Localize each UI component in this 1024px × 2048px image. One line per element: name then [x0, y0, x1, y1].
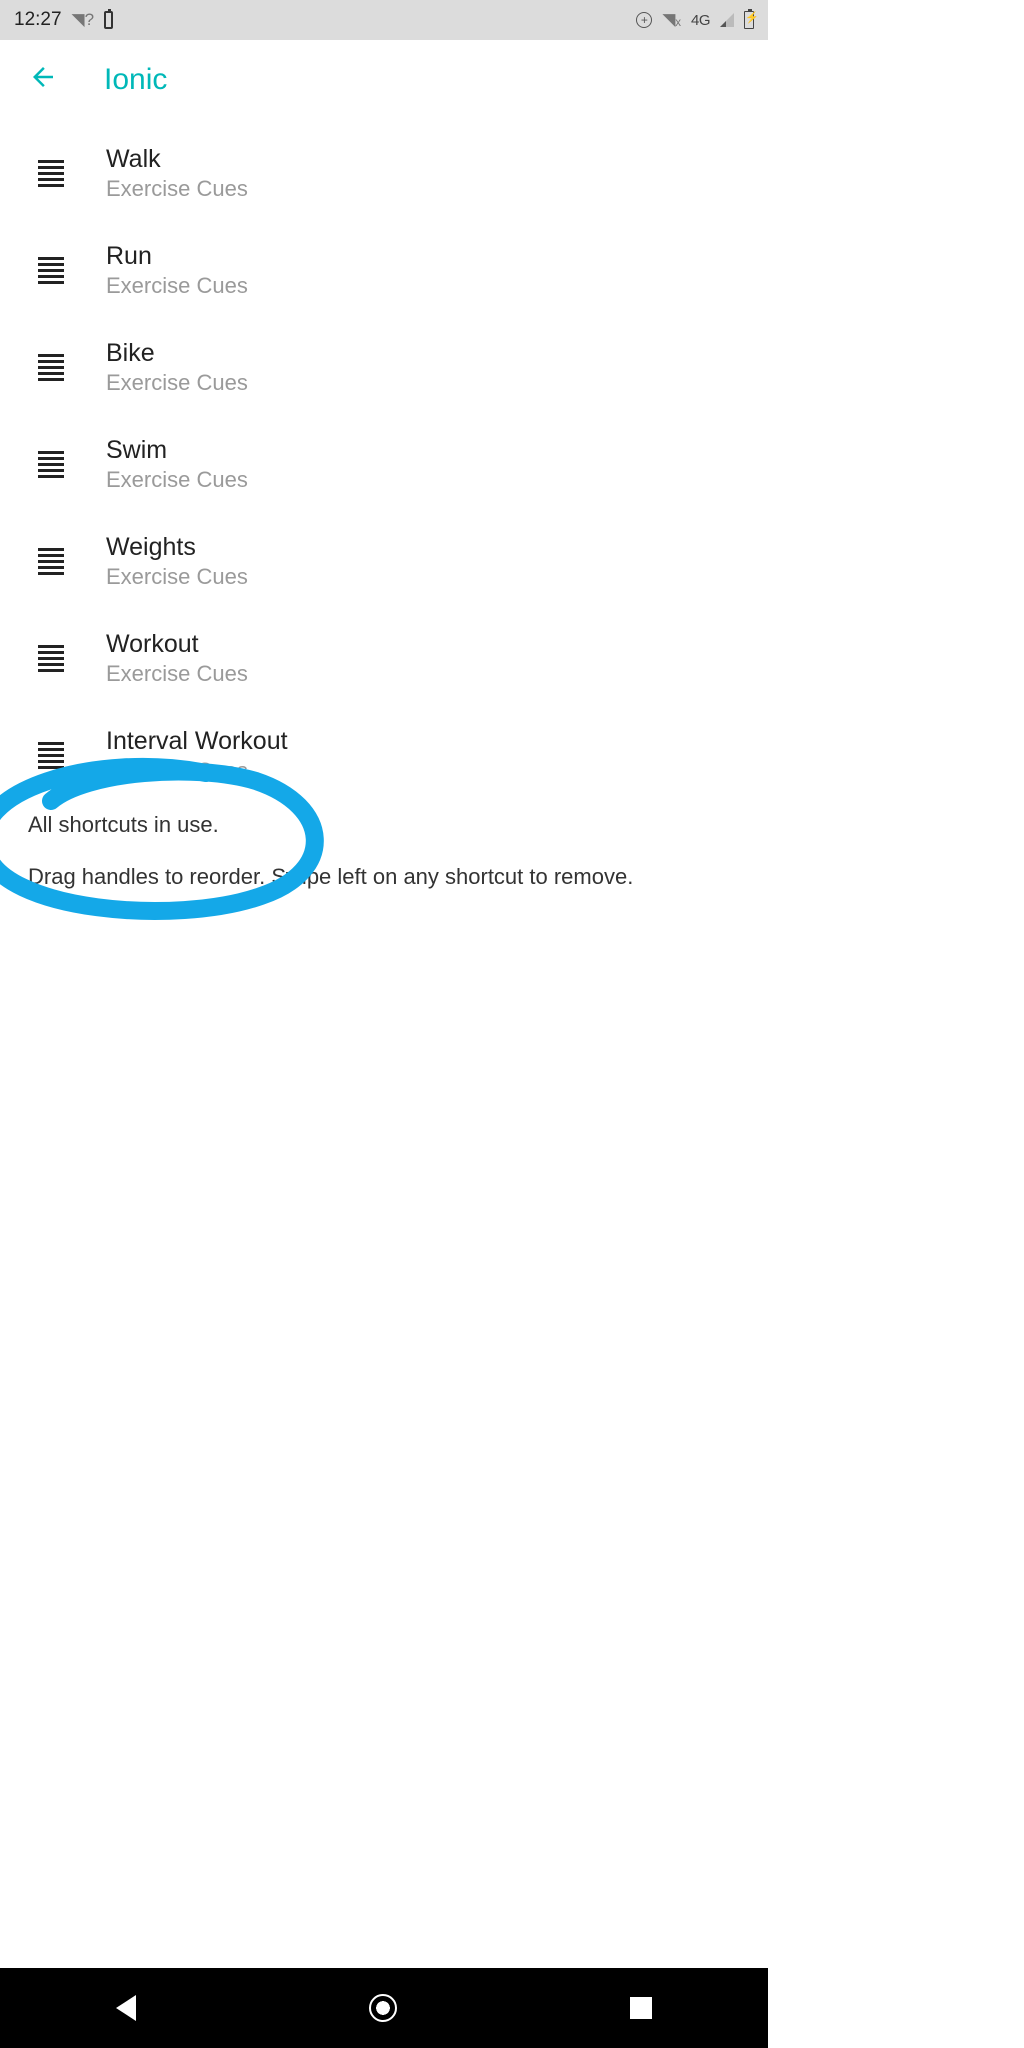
drag-handle-icon[interactable] [38, 354, 64, 381]
data-saver-icon: + [636, 12, 652, 28]
exercise-subtitle: Exercise Cues [106, 176, 248, 202]
network-type-label: 4G [691, 12, 710, 29]
wifi-unknown-icon: ◥? [72, 10, 95, 30]
page-title: Ionic [104, 63, 167, 97]
exercise-name: Run [106, 242, 248, 271]
exercise-name: Walk [106, 145, 248, 174]
exercise-subtitle: Exercise Cues [106, 758, 288, 784]
exercise-list: Walk Exercise Cues Run Exercise Cues Bik… [0, 125, 768, 804]
list-item[interactable]: Swim Exercise Cues [0, 416, 768, 513]
exercise-name: Bike [106, 339, 248, 368]
drag-handle-icon[interactable] [38, 257, 64, 284]
system-nav-bar [0, 1968, 768, 2048]
drag-handle-icon[interactable] [38, 645, 64, 672]
exercise-name: Interval Workout [106, 727, 288, 756]
exercise-subtitle: Exercise Cues [106, 467, 248, 493]
footer-text-block: All shortcuts in use. Drag handles to re… [0, 804, 768, 894]
list-item[interactable]: Weights Exercise Cues [0, 513, 768, 610]
status-bar: 12:27 ◥? + ◥ₓ 4G [0, 0, 768, 40]
wifi-x-icon: ◥ₓ [662, 10, 681, 30]
app-header: Ionic [0, 40, 768, 125]
arrow-left-icon [28, 62, 58, 92]
drag-handle-icon[interactable] [38, 160, 64, 187]
phone-icon [104, 11, 113, 29]
cell-signal-icon [720, 13, 734, 27]
exercise-name: Workout [106, 630, 248, 659]
list-item[interactable]: Workout Exercise Cues [0, 610, 768, 707]
exercise-subtitle: Exercise Cues [106, 564, 248, 590]
list-item[interactable]: Walk Exercise Cues [0, 125, 768, 222]
exercise-name: Weights [106, 533, 248, 562]
exercise-subtitle: Exercise Cues [106, 370, 248, 396]
nav-home-button[interactable] [369, 1994, 397, 2022]
nav-recents-button[interactable] [630, 1997, 652, 2019]
drag-handle-icon[interactable] [38, 742, 64, 769]
drag-handle-icon[interactable] [38, 548, 64, 575]
exercise-subtitle: Exercise Cues [106, 273, 248, 299]
shortcuts-status: All shortcuts in use. [28, 808, 740, 842]
reorder-hint: Drag handles to reorder. Swipe left on a… [28, 860, 740, 894]
exercise-subtitle: Exercise Cues [106, 661, 248, 687]
list-item[interactable]: Interval Workout Exercise Cues [0, 707, 768, 804]
status-clock: 12:27 [14, 9, 62, 31]
exercise-name: Swim [106, 436, 248, 465]
drag-handle-icon[interactable] [38, 451, 64, 478]
battery-charging-icon [744, 11, 754, 29]
nav-back-button[interactable] [116, 1995, 136, 2021]
list-item[interactable]: Bike Exercise Cues [0, 319, 768, 416]
back-button[interactable] [28, 62, 58, 97]
list-item[interactable]: Run Exercise Cues [0, 222, 768, 319]
